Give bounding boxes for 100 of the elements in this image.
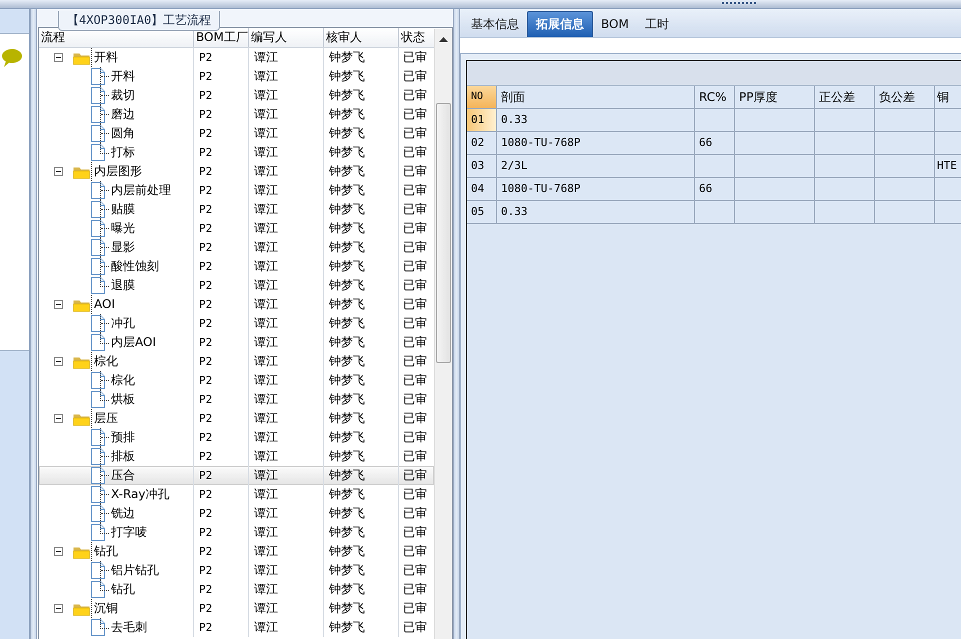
tree-row[interactable]: 裁切 P2 谭江 钟梦飞 已审: [39, 86, 434, 105]
tree-row[interactable]: 磨边 P2 谭江 钟梦飞 已审: [39, 105, 434, 124]
table-cell: [875, 201, 935, 224]
vertical-scrollbar[interactable]: [434, 29, 452, 639]
folder-icon: [73, 50, 90, 64]
table-cell-text: 已审: [402, 106, 428, 123]
tree-row[interactable]: 预排 P2 谭江 钟梦飞 已审: [39, 428, 434, 447]
column-header[interactable]: 负公差: [875, 86, 935, 109]
column-header[interactable]: PP厚度: [735, 86, 815, 109]
scroll-up-icon[interactable]: [439, 36, 448, 42]
table-cell: 谭江: [249, 181, 324, 200]
tree-row[interactable]: 退膜 P2 谭江 钟梦飞 已审: [39, 276, 434, 295]
tree-item-label: 棕化: [111, 372, 135, 389]
column-header[interactable]: 流程: [39, 28, 194, 47]
table-cell: 钟梦飞: [324, 105, 399, 124]
table-cell: 钟梦飞: [324, 162, 399, 181]
document-icon: [91, 524, 105, 541]
tab[interactable]: 基本信息: [463, 12, 527, 37]
tree-row[interactable]: AOI P2 谭江 钟梦飞 已审: [39, 295, 434, 314]
tree-item-label: 铝片钻孔: [111, 562, 159, 579]
tree-row[interactable]: 曝光 P2 谭江 钟梦飞 已审: [39, 219, 434, 238]
table-cell: 谭江: [249, 86, 324, 105]
tree-item-label: 开料: [111, 68, 135, 85]
document-icon: [91, 201, 105, 218]
tree-row[interactable]: 冲孔 P2 谭江 钟梦飞 已审: [39, 314, 434, 333]
collapse-icon[interactable]: [54, 357, 63, 366]
row-number: 02: [467, 132, 497, 155]
tree-row[interactable]: 去毛刺 P2 谭江 钟梦飞 已审: [39, 618, 434, 637]
collapse-icon[interactable]: [54, 300, 63, 309]
column-header[interactable]: 正公差: [815, 86, 875, 109]
column-header[interactable]: 核审人: [324, 28, 399, 47]
tree-row[interactable]: 钻孔 P2 谭江 钟梦飞 已审: [39, 542, 434, 561]
tree-row[interactable]: 酸性蚀刻 P2 谭江 钟梦飞 已审: [39, 257, 434, 276]
tree-item-label: 显影: [111, 239, 135, 256]
tree-item-label: 内层AOI: [111, 334, 156, 351]
table-cell-text: 已审: [402, 372, 428, 389]
table-cell-text: 已审: [402, 201, 428, 218]
table-cell: 谭江: [249, 542, 324, 561]
tree-item-label: 铣边: [111, 505, 135, 522]
column-header[interactable]: 状态: [399, 28, 436, 47]
splitter-grip[interactable]: [722, 2, 756, 7]
tab[interactable]: BOM: [593, 12, 637, 37]
table-cell: 钟梦飞: [324, 333, 399, 352]
collapse-icon[interactable]: [54, 414, 63, 423]
tab[interactable]: 工时: [636, 12, 677, 37]
table-cell-text: 已审: [402, 220, 428, 237]
table-cell: 钟梦飞: [324, 295, 399, 314]
tree-row[interactable]: 内层前处理 P2 谭江 钟梦飞 已审: [39, 181, 434, 200]
column-header[interactable]: 剖面: [497, 86, 695, 109]
column-header[interactable]: BOM工厂: [194, 28, 249, 47]
table-cell: 谭江: [249, 105, 324, 124]
table-cell-text: 已审: [402, 315, 428, 332]
column-header[interactable]: NO: [467, 86, 497, 109]
table-cell: P2: [194, 238, 249, 257]
collapse-icon[interactable]: [54, 167, 63, 176]
column-header[interactable]: 编写人: [249, 28, 324, 47]
tree-row[interactable]: 沉铜 P2 谭江 钟梦飞 已审: [39, 599, 434, 618]
tree-row[interactable]: 棕化 P2 谭江 钟梦飞 已审: [39, 352, 434, 371]
tree-row[interactable]: 打字唛 P2 谭江 钟梦飞 已审: [39, 523, 434, 542]
tree-row[interactable]: 内层AOI P2 谭江 钟梦飞 已审: [39, 333, 434, 352]
tree-item-label: 预排: [111, 429, 135, 446]
tree-row[interactable]: 铣边 P2 谭江 钟梦飞 已审: [39, 504, 434, 523]
tree-item-label: 排板: [111, 448, 135, 465]
tree-item-label: 打标: [111, 144, 135, 161]
table-cell-text: 已审: [402, 49, 428, 66]
table-cell: 谭江: [249, 314, 324, 333]
table-cell-text: 已审: [402, 258, 428, 275]
table-cell: 66: [695, 132, 735, 155]
tree-row[interactable]: 开料 P2 谭江 钟梦飞 已审: [39, 67, 434, 86]
document-icon: [91, 486, 105, 503]
table-cell: 66: [695, 178, 735, 201]
collapse-icon[interactable]: [54, 547, 63, 556]
table-cell: 钟梦飞: [324, 390, 399, 409]
tree-row[interactable]: 内层图形 P2 谭江 钟梦飞 已审: [39, 162, 434, 181]
table-cell: 1080-TU-768P: [497, 178, 695, 201]
tree-row[interactable]: 钻孔 P2 谭江 钟梦飞 已审: [39, 580, 434, 599]
column-header[interactable]: RC%: [695, 86, 735, 109]
tree-row[interactable]: 层压 P2 谭江 钟梦飞 已审: [39, 409, 434, 428]
document-icon: [91, 182, 105, 199]
tree-item-label: 裁切: [111, 87, 135, 104]
tree-row[interactable]: X-Ray冲孔 P2 谭江 钟梦飞 已审: [39, 485, 434, 504]
tab[interactable]: 拓展信息: [527, 11, 593, 37]
table-cell: 谭江: [249, 67, 324, 86]
selected-row[interactable]: 压合 P2 谭江 钟梦飞 已审: [39, 466, 434, 485]
collapse-icon[interactable]: [54, 604, 63, 613]
table-cell: 谭江: [249, 580, 324, 599]
tree-item-label: 开料: [94, 49, 118, 66]
tree-row[interactable]: 圆角 P2 谭江 钟梦飞 已审: [39, 124, 434, 143]
tree-row[interactable]: 烘板 P2 谭江 钟梦飞 已审: [39, 390, 434, 409]
tree-row[interactable]: 打标 P2 谭江 钟梦飞 已审: [39, 143, 434, 162]
tree-row[interactable]: 贴膜 P2 谭江 钟梦飞 已审: [39, 200, 434, 219]
table-cell: P2: [194, 504, 249, 523]
tree-row[interactable]: 开料 P2 谭江 钟梦飞 已审: [39, 48, 434, 67]
tree-row[interactable]: 铝片钻孔 P2 谭江 钟梦飞 已审: [39, 561, 434, 580]
tree-row[interactable]: 显影 P2 谭江 钟梦飞 已审: [39, 238, 434, 257]
table-cell: 谭江: [249, 219, 324, 238]
table-cell: 钟梦飞: [324, 352, 399, 371]
table-cell: 钟梦飞: [324, 371, 399, 390]
collapse-icon[interactable]: [54, 53, 63, 62]
tree-row[interactable]: 棕化 P2 谭江 钟梦飞 已审: [39, 371, 434, 390]
